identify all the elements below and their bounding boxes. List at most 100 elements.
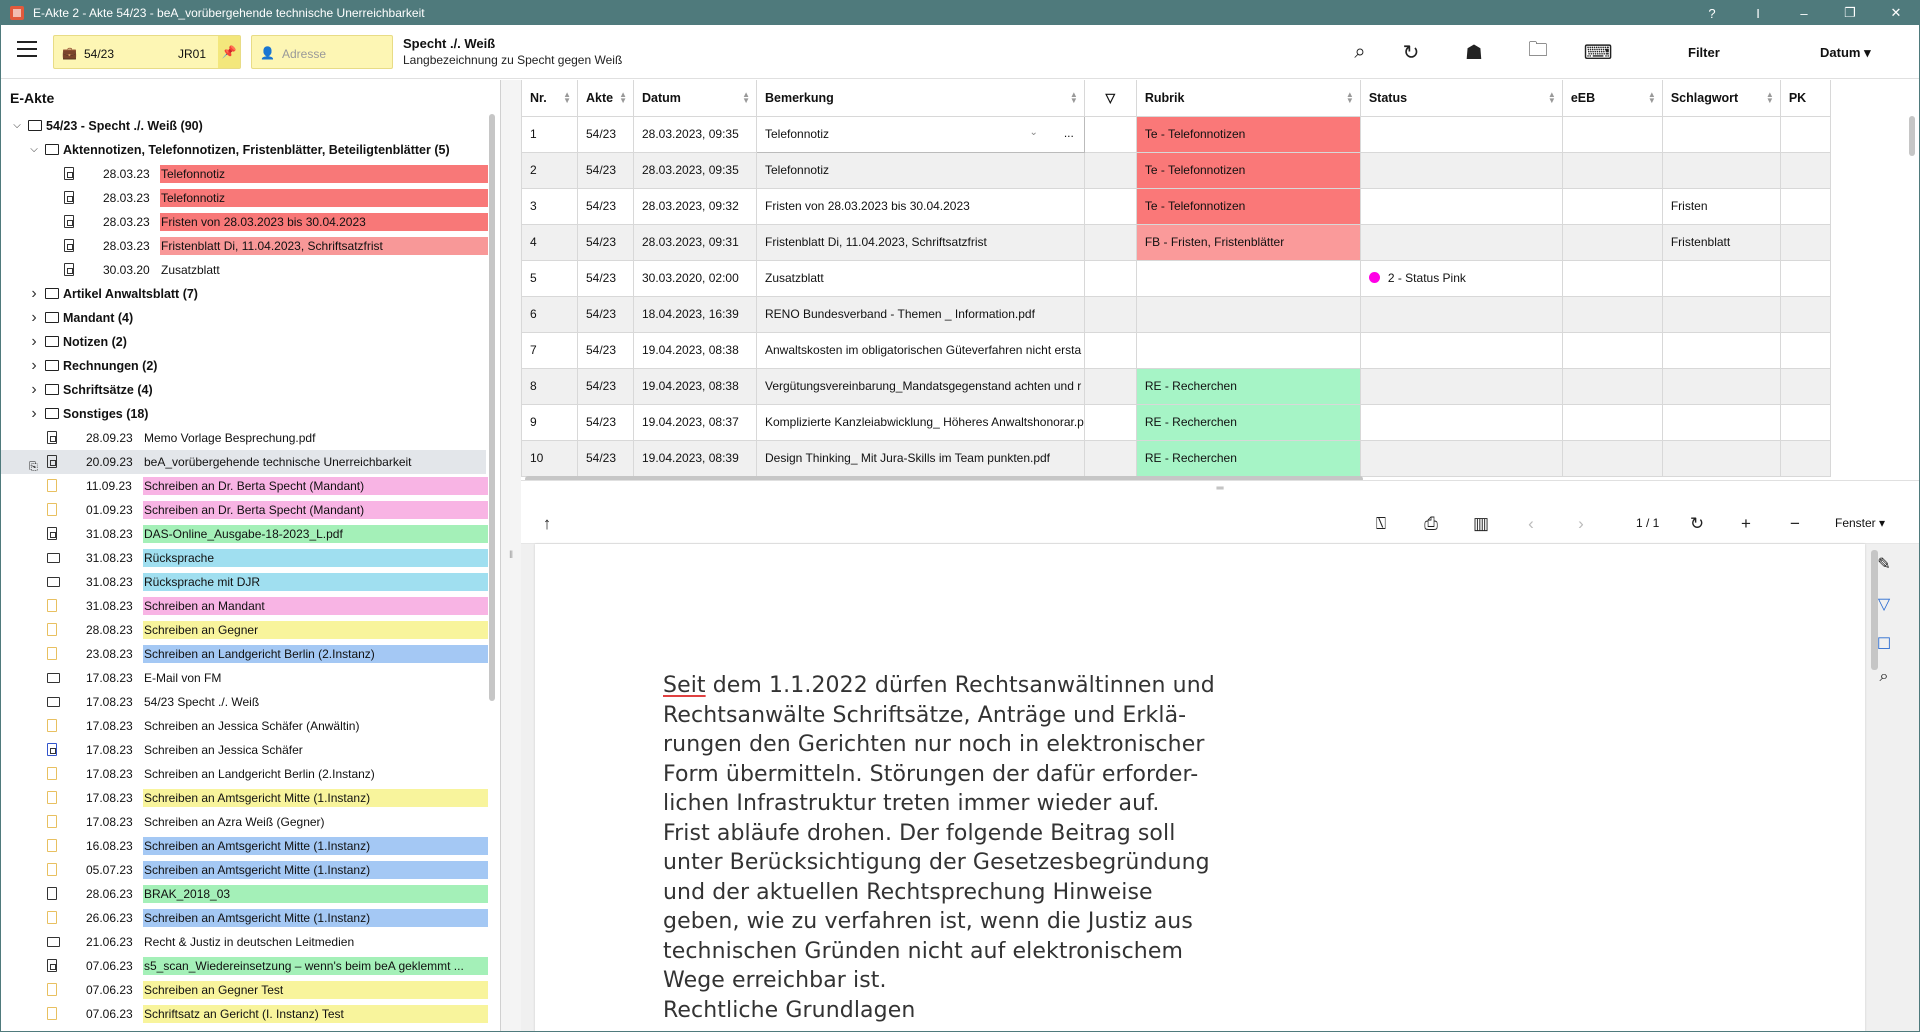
list-item[interactable]: 31.08.23 Schreiben an Mandant bbox=[1, 594, 488, 618]
refresh-icon[interactable]: ↻ bbox=[1396, 37, 1426, 67]
tree-folder[interactable]: › Notizen (2) bbox=[1, 330, 486, 354]
tree-folder[interactable]: › Schriftsätze (4) bbox=[1, 378, 486, 402]
chevron-right-icon[interactable]: › bbox=[28, 330, 40, 354]
list-item[interactable]: 23.08.23 Schreiben an Landgericht Berlin … bbox=[1, 642, 488, 666]
tree-scrollbar[interactable] bbox=[489, 114, 495, 701]
tree-folder[interactable]: › Mandant (4) bbox=[1, 306, 486, 330]
more-button[interactable]: ... bbox=[1064, 126, 1074, 140]
chevron-right-icon[interactable]: › bbox=[28, 402, 40, 426]
table-row[interactable]: 7 54/23 19.04.2023, 08:38 Anwaltskosten im … bbox=[521, 331, 1831, 369]
list-item[interactable]: 17.08.23 Schreiben an Jessica Schäfer (An… bbox=[1, 714, 486, 738]
tree-root[interactable]: ⌵ 54/23 - Specht ./. Weiß (90) bbox=[1, 114, 486, 138]
sort-dropdown[interactable]: Datum ▾ bbox=[1820, 45, 1871, 61]
column-header-eeb[interactable]: eEB ▲ ▼ bbox=[1561, 80, 1663, 117]
column-header-nr[interactable]: Nr. ▲ ▼ bbox=[521, 80, 578, 117]
minimize-button[interactable]: – bbox=[1781, 6, 1827, 21]
address-field[interactable]: 👤 Adresse bbox=[251, 35, 393, 69]
info-button[interactable]: I bbox=[1735, 6, 1781, 21]
help-button[interactable]: ? bbox=[1689, 6, 1735, 21]
rotate-icon[interactable]: ↻ bbox=[1685, 512, 1709, 536]
list-item[interactable]: 17.08.23 Schreiben an Jessica Schäfer bbox=[1, 738, 486, 762]
close-button[interactable]: ✕ bbox=[1873, 5, 1919, 21]
chevron-down-icon[interactable]: ⌵ bbox=[11, 114, 23, 138]
filter-button[interactable]: Filter bbox=[1688, 45, 1720, 60]
akte-field[interactable]: 💼 54/23 JR01 📌 bbox=[53, 35, 241, 69]
horizontal-splitter[interactable]: ═ bbox=[521, 480, 1919, 502]
tree-folder[interactable]: › Sonstiges (18) bbox=[1, 402, 486, 426]
print-icon[interactable]: ⎙ bbox=[1419, 512, 1443, 536]
table-row[interactable]: 4 54/23 28.03.2023, 09:31 Fristenblatt Di, … bbox=[521, 223, 1831, 261]
list-item[interactable]: 28.06.23 BRAK_2018_03 bbox=[1, 882, 488, 906]
list-item[interactable]: 05.07.23 Schreiben an Amtsgericht Mitte (… bbox=[1, 858, 488, 882]
list-item[interactable]: 28.03.23 Telefonnotiz bbox=[1, 186, 488, 210]
list-item[interactable]: 28.09.23 Memo Vorlage Besprechung.pdf bbox=[1, 426, 486, 450]
list-item[interactable]: 17.08.23 E-Mail von FM bbox=[1, 666, 486, 690]
list-item[interactable]: 21.06.23 Recht & Justiz in deutschen Leit… bbox=[1, 930, 486, 954]
list-item[interactable]: 28.03.23 Telefonnotiz bbox=[1, 162, 488, 186]
zoom-out-icon[interactable]: − bbox=[1783, 512, 1807, 536]
list-item[interactable]: ⎘ 20.09.23 beA_vorübergehende technische U… bbox=[1, 450, 486, 474]
list-item[interactable]: 31.08.23 Rücksprache mit DJR bbox=[1, 570, 488, 594]
chevron-down-icon[interactable]: ⌄ bbox=[1029, 127, 1037, 138]
cell-bemerkung[interactable]: Telefonnotiz ⌄... bbox=[756, 115, 1085, 153]
list-item[interactable]: 28.03.23 Fristenblatt Di, 11.04.2023, Sch… bbox=[1, 234, 488, 258]
chevron-right-icon[interactable]: › bbox=[28, 282, 40, 306]
tree-group[interactable]: ⌵ Aktennotizen, Telefonnotizen, Fristenb… bbox=[1, 138, 486, 162]
list-item[interactable]: 17.08.23 Schreiben an Azra Weiß (Gegner) bbox=[1, 810, 486, 834]
column-header-pk[interactable]: PK bbox=[1779, 80, 1831, 117]
list-item[interactable]: 07.06.23 s5_scan_Wiedereinsetzung – wenn'… bbox=[1, 954, 488, 978]
list-item[interactable]: 28.03.23 Fristen von 28.03.2023 bis 30.04… bbox=[1, 210, 488, 234]
folder-icon[interactable]: 🗀 bbox=[1523, 37, 1553, 67]
basket-icon[interactable]: ☗ bbox=[1459, 37, 1489, 67]
edit-icon[interactable]: ✎ bbox=[1871, 552, 1897, 578]
column-header-schlagwort[interactable]: Schlagwort ▲ ▼ bbox=[1661, 80, 1781, 117]
tree-folder[interactable]: › Rechnungen (2) bbox=[1, 354, 486, 378]
filter-icon[interactable]: ▽ bbox=[1871, 592, 1897, 618]
list-item[interactable]: 17.08.23 Schreiben an Landgericht Berlin … bbox=[1, 762, 486, 786]
chevron-down-icon[interactable]: ⌵ bbox=[28, 138, 40, 162]
column-header-bemerkung[interactable]: Bemerkung ▲ ▼ bbox=[756, 80, 1085, 117]
tree-folder[interactable]: › Artikel Anwaltsblatt (7) bbox=[1, 282, 486, 306]
stamp-icon[interactable]: ⍂ bbox=[1369, 512, 1393, 536]
list-item[interactable]: 31.08.23 DAS-Online_Ausgabe-18-2023_L.pdf bbox=[1, 522, 488, 546]
zoom-in-icon[interactable]: + bbox=[1734, 512, 1758, 536]
search-icon[interactable]: ⌕ bbox=[1345, 37, 1375, 67]
table-row[interactable]: 1 54/23 28.03.2023, 09:35 Telefonnotiz ⌄... T… bbox=[521, 115, 1831, 153]
arrow-up-icon[interactable]: ↑ bbox=[535, 512, 559, 536]
chevron-right-icon[interactable]: › bbox=[28, 306, 40, 330]
list-item[interactable]: 31.08.23 Rücksprache bbox=[1, 546, 488, 570]
next-page-icon[interactable]: › bbox=[1569, 512, 1593, 536]
table-row[interactable]: 10 54/23 19.04.2023, 08:39 Design Thinking_… bbox=[521, 439, 1831, 477]
table-row[interactable]: 5 54/23 30.03.2020, 02:00 Zusatzblatt 2 - St… bbox=[521, 259, 1831, 297]
list-item[interactable]: 26.06.23 Schreiben an Amtsgericht Mitte (… bbox=[1, 906, 488, 930]
book-icon[interactable]: ▥ bbox=[1469, 512, 1493, 536]
zoom-dropdown[interactable]: Fenster ▾ bbox=[1835, 516, 1885, 530]
list-item[interactable]: 17.08.23 54/23 Specht ./. Weiß bbox=[1, 690, 486, 714]
chevron-right-icon[interactable]: › bbox=[28, 354, 40, 378]
column-header-datum[interactable]: Datum ▲ ▼ bbox=[633, 80, 757, 117]
list-item[interactable]: 07.06.23 Schriftsatz an Gericht (I. Insta… bbox=[1, 1002, 488, 1026]
table-row[interactable]: 6 54/23 18.04.2023, 16:39 RENO Bundesverban… bbox=[521, 295, 1831, 333]
menu-icon[interactable] bbox=[17, 41, 37, 57]
grid-vertical-scrollbar[interactable] bbox=[1909, 116, 1915, 156]
column-header-filter[interactable]: ▽ bbox=[1083, 80, 1137, 117]
column-header-akte[interactable]: Akte ▲ ▼ bbox=[577, 80, 634, 117]
comment-icon[interactable]: ☐ bbox=[1871, 632, 1897, 658]
list-item[interactable]: 01.09.23 Schreiben an Dr. Berta Specht (M… bbox=[1, 498, 488, 522]
column-header-rubrik[interactable]: Rubrik ▲ ▼ bbox=[1135, 80, 1361, 117]
table-row[interactable]: 8 54/23 19.04.2023, 08:38 Vergütungsvereinb… bbox=[521, 367, 1831, 405]
list-item[interactable]: 16.08.23 Schreiben an Amtsgericht Mitte (… bbox=[1, 834, 488, 858]
list-item[interactable]: 17.08.23 Schreiben an Amtsgericht Mitte (… bbox=[1, 786, 488, 810]
table-row[interactable]: 3 54/23 28.03.2023, 09:32 Fristen von 28.03… bbox=[521, 187, 1831, 225]
keyboard-icon[interactable]: ⌨ bbox=[1583, 37, 1613, 67]
list-item[interactable]: 30.03.20 Zusatzblatt bbox=[1, 258, 486, 282]
maximize-button[interactable]: ❐ bbox=[1827, 5, 1873, 21]
vertical-splitter[interactable]: ‖ bbox=[501, 80, 521, 1031]
list-item[interactable]: 11.09.23 Schreiben an Dr. Berta Specht (M… bbox=[1, 474, 488, 498]
list-item[interactable]: 07.06.23 Schreiben an Gegner Test bbox=[1, 978, 488, 1002]
previous-page-icon[interactable]: ‹ bbox=[1519, 512, 1543, 536]
list-item[interactable]: 28.08.23 Schreiben an Gegner bbox=[1, 618, 488, 642]
chevron-right-icon[interactable]: › bbox=[28, 378, 40, 402]
table-row[interactable]: 9 54/23 19.04.2023, 08:37 Komplizierte Kanz… bbox=[521, 403, 1831, 441]
table-row[interactable]: 2 54/23 28.03.2023, 09:35 Telefonnotiz Te - … bbox=[521, 151, 1831, 189]
